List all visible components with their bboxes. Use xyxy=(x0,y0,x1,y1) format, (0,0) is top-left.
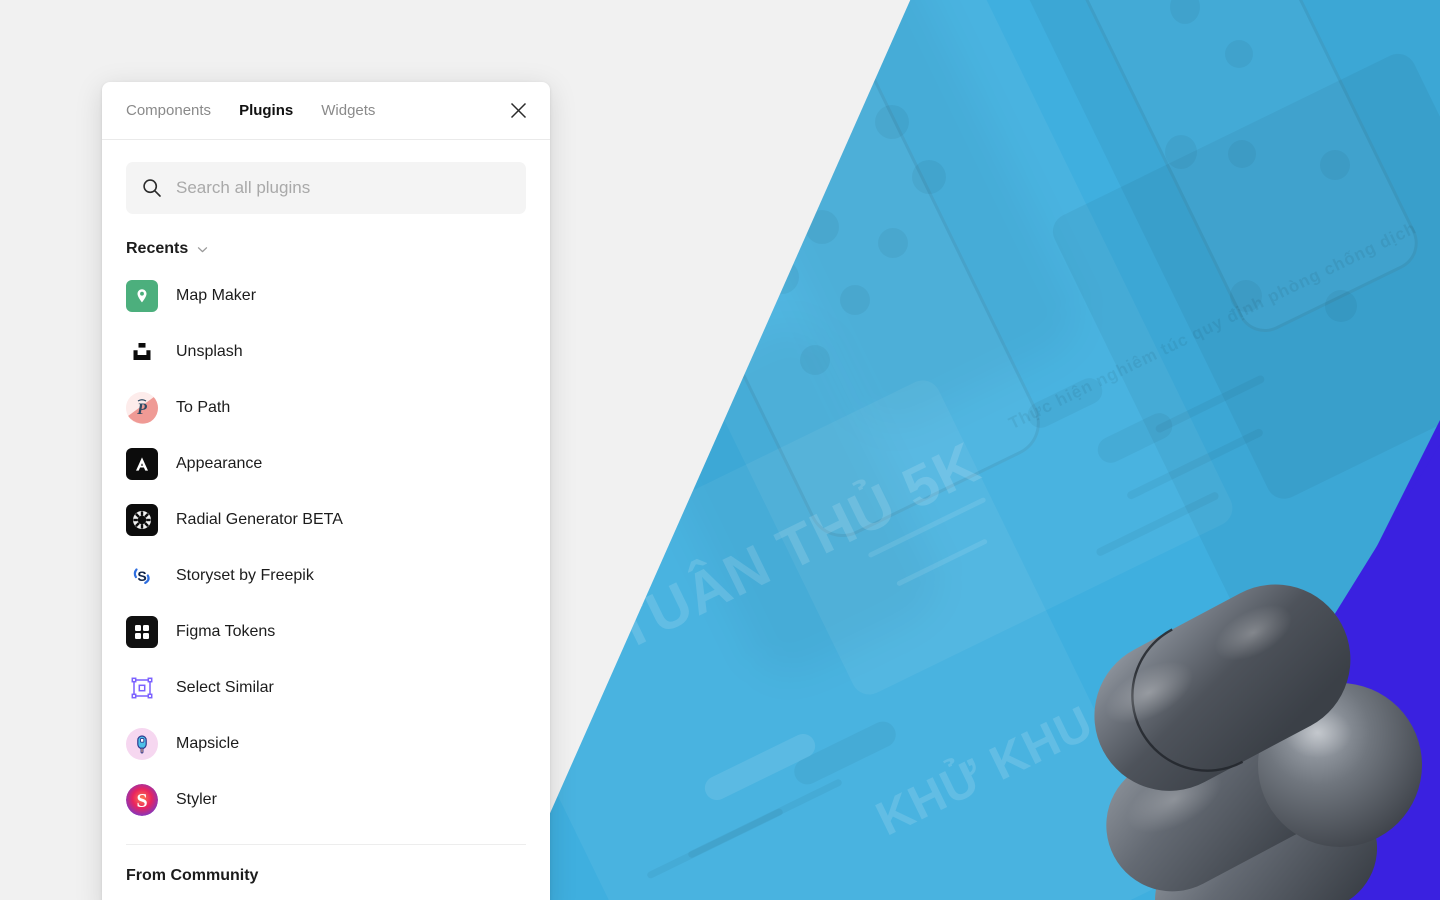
svg-text:S: S xyxy=(136,790,147,812)
recents-section-header[interactable]: Recents xyxy=(102,214,550,264)
radial-generator-icon xyxy=(126,504,158,536)
plugin-label: Radial Generator BETA xyxy=(176,511,343,528)
unsplash-icon xyxy=(126,336,158,368)
to-path-icon: P xyxy=(126,392,158,424)
svg-text:S: S xyxy=(137,568,146,584)
search-input[interactable] xyxy=(176,178,510,198)
plugin-label: Map Maker xyxy=(176,287,257,304)
search-icon xyxy=(142,178,162,198)
plugin-row-radial-generator[interactable]: Radial Generator BETA xyxy=(102,492,550,548)
community-section-title: From Community xyxy=(126,867,259,884)
styler-icon: S xyxy=(126,784,158,816)
recents-title: Recents xyxy=(126,240,189,257)
plugin-row-to-path[interactable]: P To Path xyxy=(102,380,550,436)
close-icon[interactable] xyxy=(504,97,532,125)
tab-widgets[interactable]: Widgets xyxy=(321,103,375,118)
chevron-down-icon[interactable] xyxy=(196,243,209,256)
select-similar-icon xyxy=(126,672,158,704)
svg-text:P: P xyxy=(136,401,147,418)
plugin-row-select-similar[interactable]: Select Similar xyxy=(102,660,550,716)
plugin-row-mapsicle[interactable]: Mapsicle xyxy=(102,716,550,772)
plugin-label: Unsplash xyxy=(176,343,243,360)
map-maker-icon xyxy=(126,280,158,312)
recents-plugin-list: Map Maker Unsplash P To Path Appearance … xyxy=(102,264,550,828)
search-area xyxy=(102,140,550,214)
search-box[interactable] xyxy=(126,162,526,214)
plugin-label: Styler xyxy=(176,791,217,808)
plugin-row-appearance[interactable]: Appearance xyxy=(102,436,550,492)
plugin-row-figma-tokens[interactable]: Figma Tokens xyxy=(102,604,550,660)
tab-components[interactable]: Components xyxy=(126,103,211,118)
appearance-icon xyxy=(126,448,158,480)
plugin-label: Appearance xyxy=(176,455,263,472)
screen: TUÂN THỦ 5K KHỬ KHU Thực hiện nghiêm túc… xyxy=(0,0,1440,900)
panel-tab-bar: Components Plugins Widgets xyxy=(102,82,550,140)
plugin-label: Storyset by Freepik xyxy=(176,567,314,584)
tab-plugins[interactable]: Plugins xyxy=(239,103,293,118)
plugin-label: To Path xyxy=(176,399,231,416)
plugin-row-storyset[interactable]: S Storyset by Freepik xyxy=(102,548,550,604)
plugins-panel: Components Plugins Widgets Search all pl… xyxy=(102,82,550,900)
plugin-row-styler[interactable]: S Styler xyxy=(102,772,550,828)
plugin-label: Figma Tokens xyxy=(176,623,276,640)
mapsicle-icon xyxy=(126,728,158,760)
storyset-icon: S xyxy=(126,560,158,592)
plugin-label: Select Similar xyxy=(176,679,274,696)
plugin-row-unsplash[interactable]: Unsplash xyxy=(102,324,550,380)
plugin-label: Mapsicle xyxy=(176,735,240,752)
figma-tokens-icon xyxy=(126,616,158,648)
plugin-row-map-maker[interactable]: Map Maker xyxy=(102,268,550,324)
